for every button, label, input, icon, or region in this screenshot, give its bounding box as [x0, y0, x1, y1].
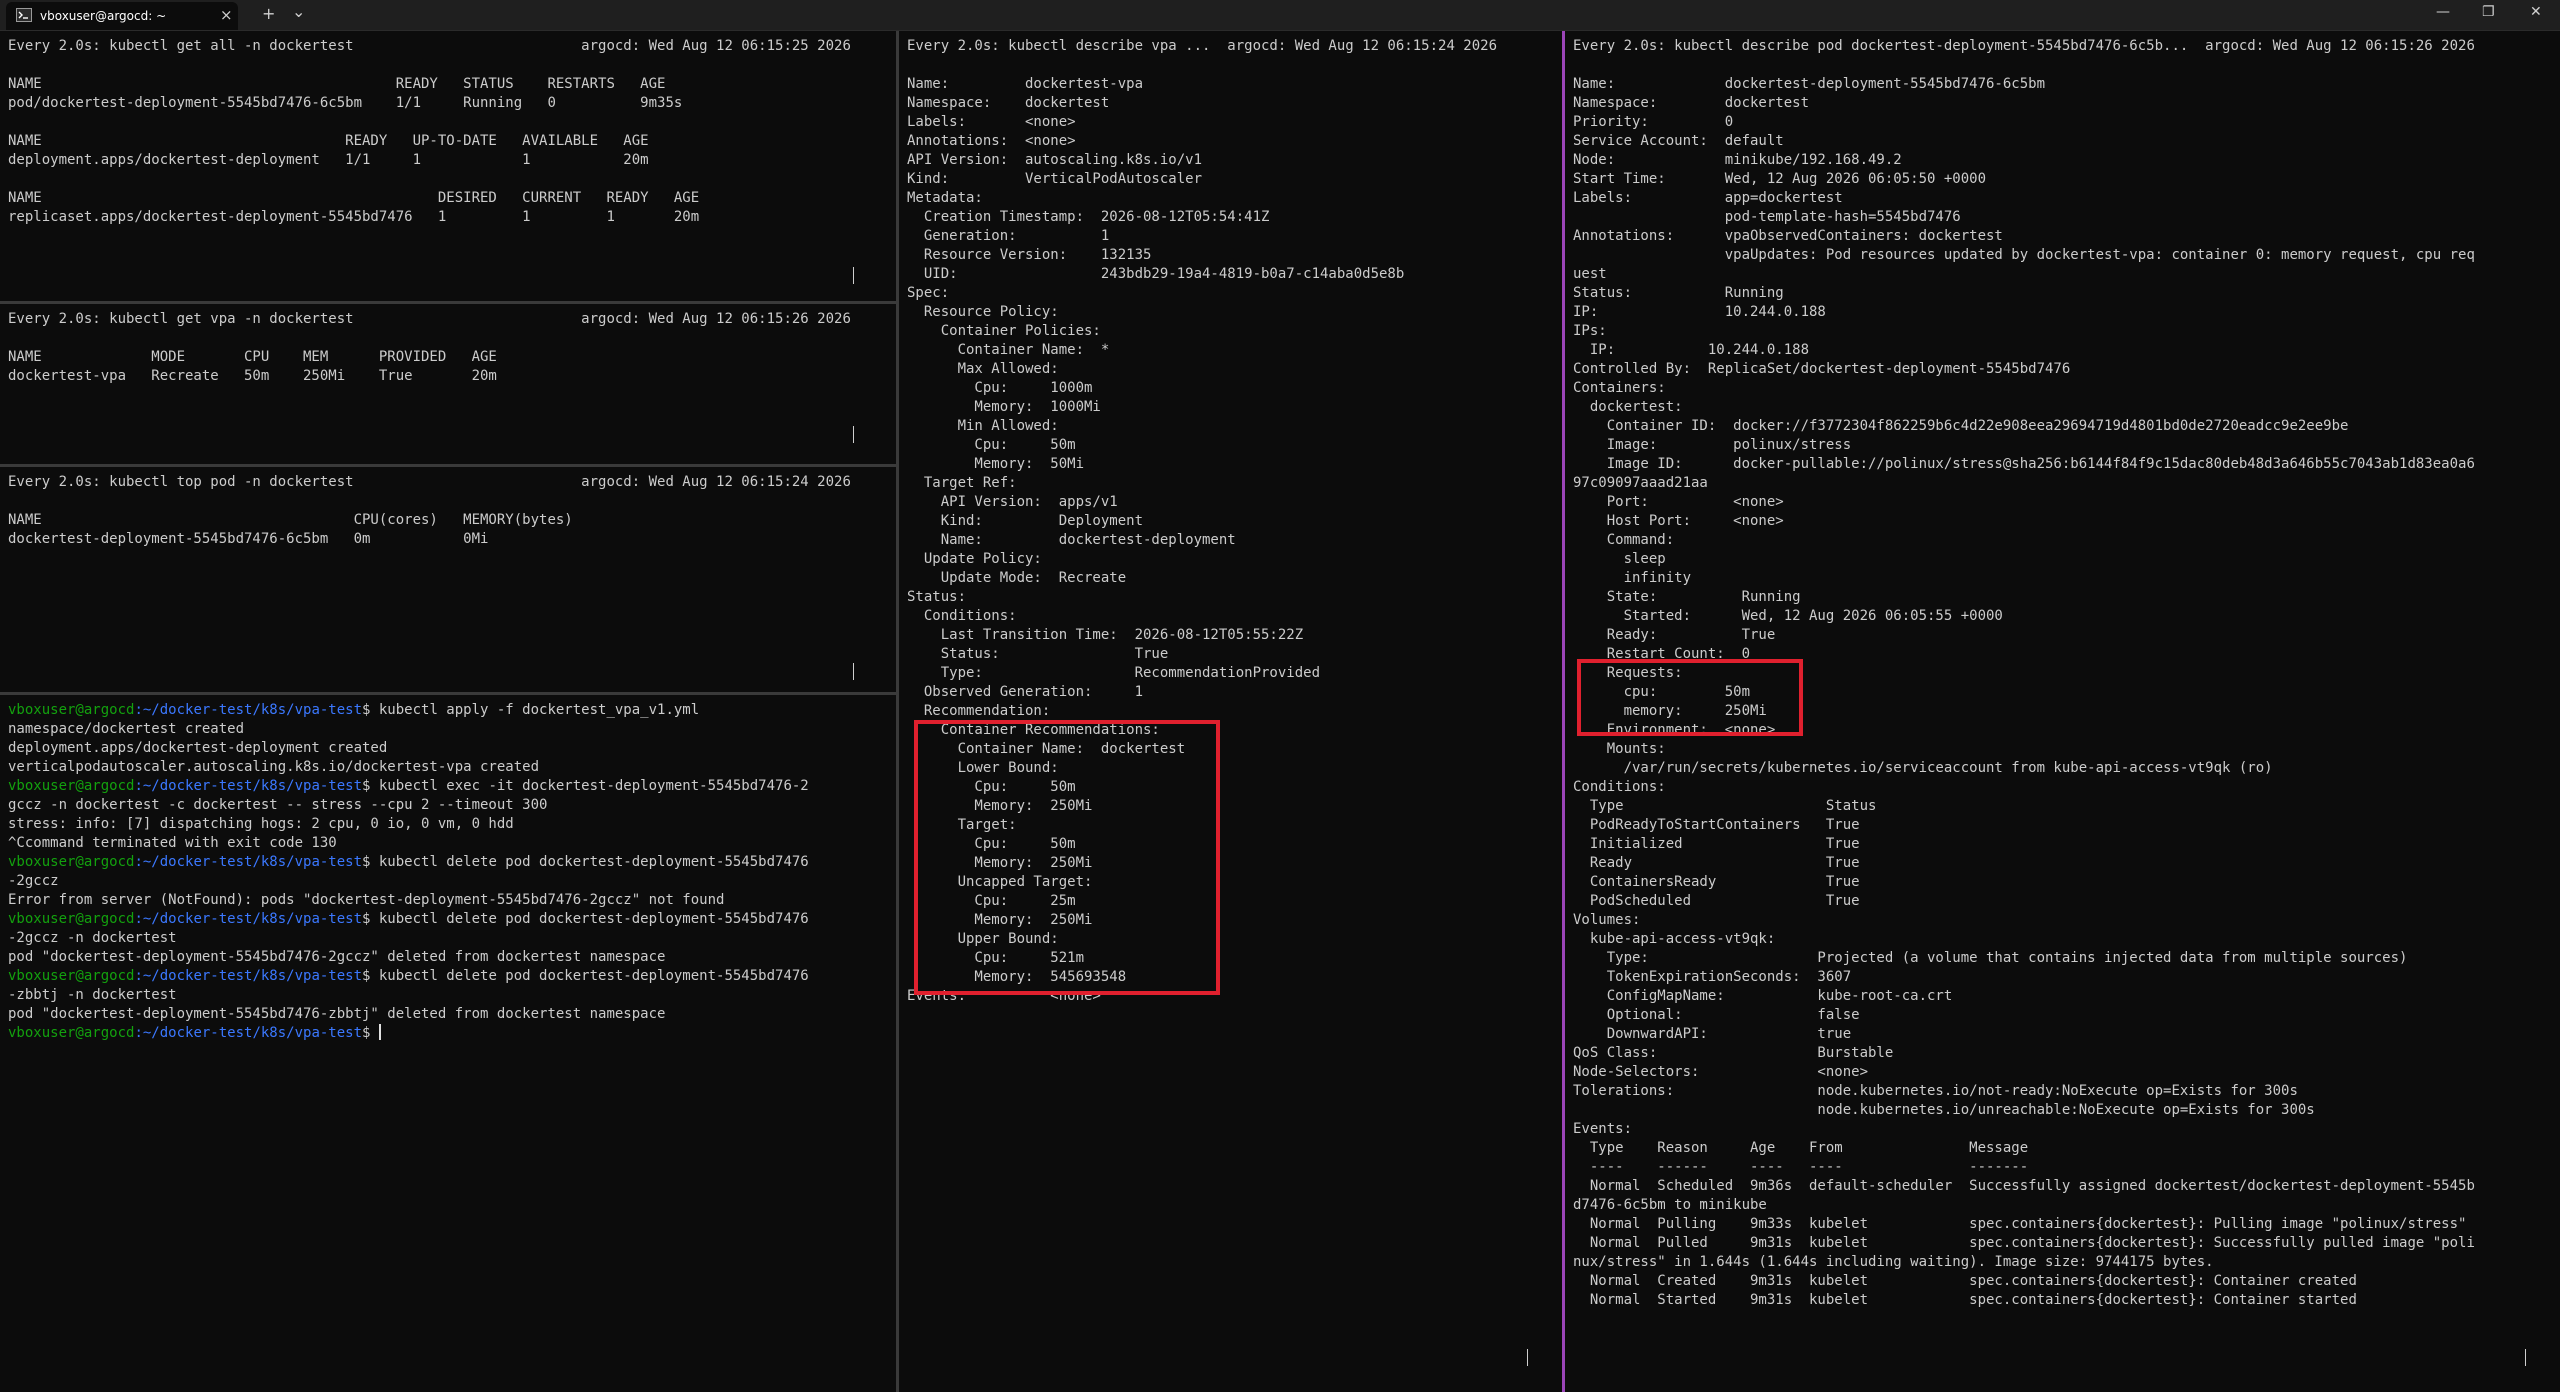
shell-output: vboxuser@argocd:~/docker-test/k8s/vpa-te… — [8, 701, 809, 1043]
title-bar: vboxuser@argocd: ~ × + ⌄ — ❐ ✕ — [0, 0, 2560, 31]
watch-get-all-pane[interactable]: Every 2.0s: kubectl get all -n dockertes… — [0, 31, 896, 301]
watch-top-pod-output: Every 2.0s: kubectl top pod -n dockertes… — [8, 474, 851, 547]
watch-top-pod-pane[interactable]: Every 2.0s: kubectl top pod -n dockertes… — [0, 467, 896, 692]
close-window-button[interactable]: ✕ — [2530, 4, 2542, 20]
watch-get-vpa-output: Every 2.0s: kubectl get vpa -n dockertes… — [8, 311, 851, 384]
text-cursor — [378, 1024, 381, 1040]
prompt-user: vboxuser@argocd — [8, 854, 135, 870]
maximize-button[interactable]: ❐ — [2482, 4, 2495, 20]
terminal-icon — [16, 8, 32, 22]
command-output: Error from server (NotFound): pods "dock… — [8, 892, 725, 908]
pane-cursor — [853, 663, 854, 680]
tab-dropdown-icon[interactable]: ⌄ — [292, 2, 305, 21]
tab-title: vboxuser@argocd: ~ — [40, 9, 167, 23]
prompt-path: :~/docker-test/k8s/vpa-test — [134, 778, 363, 794]
minimize-button[interactable]: — — [2436, 4, 2450, 20]
command-output: pod "dockertest-deployment-5545bd7476-2g… — [8, 949, 666, 965]
prompt-user: vboxuser@argocd — [8, 968, 135, 984]
prompt-user: vboxuser@argocd — [8, 702, 135, 718]
command-line: $ kubectl apply -f dockertest_vpa_v1.yml — [362, 702, 700, 718]
prompt-path: :~/docker-test/k8s/vpa-test — [134, 854, 363, 870]
describe-pod-pane[interactable]: Every 2.0s: kubectl describe pod dockert… — [1565, 31, 2560, 1392]
prompt-user: vboxuser@argocd — [8, 1025, 135, 1041]
describe-vpa-pane[interactable]: Every 2.0s: kubectl describe vpa ... arg… — [899, 31, 1562, 1392]
pane-cursor — [853, 426, 854, 443]
prompt-user: vboxuser@argocd — [8, 778, 135, 794]
command-line: $ — [362, 1025, 379, 1041]
prompt-path: :~/docker-test/k8s/vpa-test — [134, 911, 363, 927]
prompt-user: vboxuser@argocd — [8, 911, 135, 927]
command-output: pod "dockertest-deployment-5545bd7476-zb… — [8, 1006, 666, 1022]
new-tab-button[interactable]: + — [262, 4, 275, 23]
prompt-path: :~/docker-test/k8s/vpa-test — [134, 1025, 363, 1041]
highlight-box-requests — [1577, 659, 1803, 736]
terminal-tab[interactable]: vboxuser@argocd: ~ × — [6, 2, 238, 30]
pane-cursor — [1527, 1349, 1528, 1366]
pane-cursor — [2525, 1349, 2526, 1366]
prompt-path: :~/docker-test/k8s/vpa-test — [134, 968, 363, 984]
close-tab-icon[interactable]: × — [220, 6, 233, 24]
watch-get-all-output: Every 2.0s: kubectl get all -n dockertes… — [8, 38, 851, 225]
highlight-box-recommendations — [914, 720, 1220, 995]
command-output: stress: info: [7] dispatching hogs: 2 cp… — [8, 816, 514, 851]
pane-cursor — [853, 267, 854, 284]
command-output: namespace/dockertest created deployment.… — [8, 721, 540, 775]
prompt-path: :~/docker-test/k8s/vpa-test — [134, 702, 363, 718]
shell-pane[interactable]: vboxuser@argocd:~/docker-test/k8s/vpa-te… — [0, 695, 896, 1392]
watch-get-vpa-pane[interactable]: Every 2.0s: kubectl get vpa -n dockertes… — [0, 304, 896, 464]
